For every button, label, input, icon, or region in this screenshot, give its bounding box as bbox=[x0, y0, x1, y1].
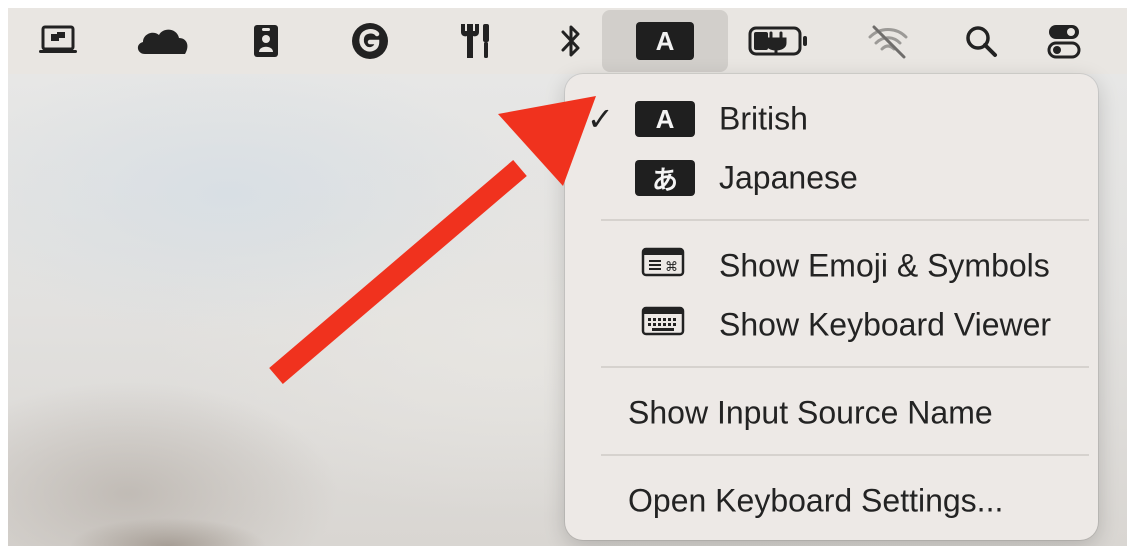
menu-item-show-keyboard-viewer[interactable]: Show Keyboard Viewer bbox=[565, 296, 1098, 354]
menu-item-label: Japanese bbox=[719, 159, 858, 196]
menu-item-label: Show Input Source Name bbox=[628, 394, 993, 431]
onedrive-cloud-icon[interactable] bbox=[130, 8, 194, 74]
menu-item-label: British bbox=[719, 100, 808, 137]
screen-share-icon[interactable] bbox=[30, 8, 86, 74]
input-source-icon: A bbox=[636, 22, 694, 60]
wifi-off-icon[interactable] bbox=[858, 8, 918, 74]
menu-item-show-input-source-name[interactable]: Show Input Source Name bbox=[565, 384, 1098, 442]
battery-charging-icon[interactable] bbox=[742, 8, 814, 74]
wallpaper-trees bbox=[28, 486, 308, 546]
bluetooth-icon[interactable] bbox=[548, 8, 594, 74]
keyboard-viewer-icon bbox=[641, 306, 685, 344]
menu-separator bbox=[601, 454, 1089, 456]
menu-item-british[interactable]: ✓ A British bbox=[565, 90, 1098, 148]
input-source-menu: ✓ A British あ Japanese ⌘ Show Emoji & Sy… bbox=[565, 74, 1098, 540]
menu-item-label: Show Keyboard Viewer bbox=[719, 306, 1052, 343]
checkmark-icon: ✓ bbox=[587, 101, 614, 137]
letter-a-icon: A bbox=[635, 101, 695, 137]
menu-item-label: Show Emoji & Symbols bbox=[719, 247, 1050, 284]
menu-item-open-keyboard-settings[interactable]: Open Keyboard Settings... bbox=[565, 472, 1098, 530]
input-source-menu-extra[interactable]: A bbox=[602, 10, 728, 72]
control-center-icon[interactable] bbox=[1038, 8, 1090, 74]
menu-separator bbox=[601, 366, 1089, 368]
hiragana-a-icon: あ bbox=[635, 160, 695, 196]
menu-item-show-emoji-symbols[interactable]: ⌘ Show Emoji & Symbols bbox=[565, 237, 1098, 295]
menu-item-japanese[interactable]: あ Japanese bbox=[565, 149, 1098, 207]
tools-icon[interactable] bbox=[448, 8, 502, 74]
menu-separator bbox=[601, 219, 1089, 221]
menu-item-label: Open Keyboard Settings... bbox=[628, 482, 1004, 519]
id-badge-icon[interactable] bbox=[246, 8, 286, 74]
svg-text:⌘: ⌘ bbox=[665, 260, 678, 275]
menu-bar: A bbox=[8, 8, 1127, 74]
grammarly-icon[interactable] bbox=[342, 8, 398, 74]
spotlight-search-icon[interactable] bbox=[958, 8, 1004, 74]
emoji-symbols-icon: ⌘ bbox=[641, 247, 685, 285]
